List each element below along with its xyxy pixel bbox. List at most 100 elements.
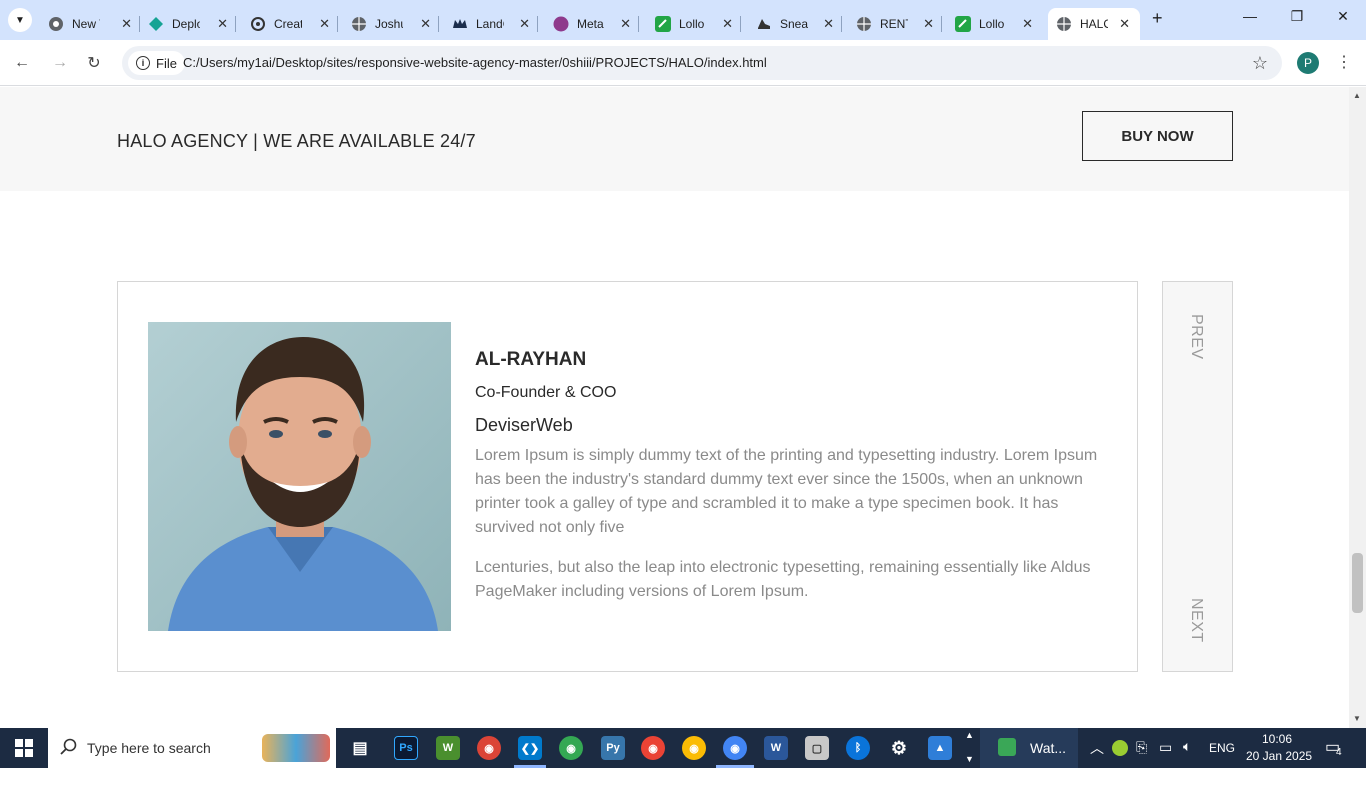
tab-new[interactable]: New T ✕ — [48, 8, 140, 40]
vscode-icon[interactable]: ❮❯ — [518, 736, 542, 760]
tab-label: LandC — [476, 17, 504, 31]
tab-deploy[interactable]: Deplo ✕ — [148, 8, 236, 40]
clock-date[interactable]: 20 Jan 2025 — [1246, 749, 1312, 763]
tab-label: Sneak — [780, 17, 808, 31]
tab-search-dropdown-icon[interactable]: ▼ — [8, 8, 32, 32]
buy-now-button[interactable]: BUY NOW — [1082, 111, 1233, 161]
chrome-icon — [48, 16, 64, 32]
globe-icon — [1056, 16, 1072, 32]
new-tab-button[interactable]: + — [1152, 8, 1163, 29]
chrome-profile-icon[interactable]: ◉ — [682, 736, 706, 760]
language-indicator[interactable]: ENG — [1209, 741, 1235, 755]
testimonial-paragraph-2: Lcenturies, but also the leap into elect… — [475, 559, 1091, 600]
testimonial-pager: PREV NEXT — [1162, 281, 1233, 672]
close-icon[interactable]: ✕ — [923, 16, 934, 32]
close-icon[interactable]: ✕ — [1022, 16, 1033, 32]
taskbar-scroll-down-icon[interactable]: ▼ — [965, 754, 974, 764]
page-scrollbar[interactable]: ▲ ▼ — [1349, 87, 1366, 728]
globe-icon — [856, 16, 872, 32]
address-bar[interactable]: i File C:/Users/my1ai/Desktop/sites/resp… — [122, 46, 1282, 80]
tab-create[interactable]: Creat ✕ — [250, 8, 338, 40]
profile-avatar[interactable]: P — [1297, 52, 1319, 74]
word-icon[interactable]: W — [764, 736, 788, 760]
page-viewport: HALO AGENCY | WE ARE AVAILABLE 24/7 BUY … — [0, 87, 1349, 728]
tab-land[interactable]: LandC ✕ — [452, 8, 538, 40]
close-icon[interactable]: ✕ — [519, 16, 530, 32]
close-icon[interactable]: ✕ — [319, 16, 330, 32]
close-icon[interactable]: ✕ — [420, 16, 431, 32]
battery-icon[interactable]: ▭ — [1159, 739, 1172, 756]
close-icon[interactable]: ✕ — [823, 16, 834, 32]
tab-label: Creat — [274, 17, 302, 31]
globe-icon — [351, 16, 367, 32]
info-icon: i — [136, 56, 150, 70]
more-menu-icon[interactable]: ⋮ — [1336, 52, 1352, 72]
chevron-up-icon[interactable]: ︿ — [1090, 738, 1104, 758]
clock-time[interactable]: 10:06 — [1262, 732, 1292, 746]
chrome-profile-icon[interactable]: ◉ — [559, 736, 583, 760]
person-company: DeviserWeb — [475, 415, 573, 435]
settings-gear-icon[interactable]: ⚙ — [887, 736, 911, 760]
taskbar-scroll-up-icon[interactable]: ▲ — [965, 730, 974, 740]
tab-label: RENT — [880, 17, 908, 31]
tab-label: Meta — [577, 17, 604, 31]
taskbar-search[interactable]: Type here to search — [48, 728, 336, 768]
back-icon[interactable]: ← — [10, 51, 34, 75]
windows-taskbar: Type here to search ▤ Ps W ◉ ❮❯ ◉ Py ◉ ◉… — [0, 728, 1366, 768]
search-placeholder: Type here to search — [87, 740, 211, 756]
task-view-icon[interactable]: ▤ — [348, 736, 372, 760]
tray-app-icon[interactable] — [1112, 740, 1128, 756]
browser-toolbar: ← → ↻ i File C:/Users/my1ai/Desktop/site… — [0, 40, 1366, 86]
close-icon[interactable]: ✕ — [217, 16, 228, 32]
bookmark-star-icon[interactable]: ☆ — [1252, 53, 1268, 74]
close-icon[interactable]: ✕ — [121, 16, 132, 32]
minimize-icon[interactable]: — — [1240, 8, 1260, 24]
tab-halo[interactable]: HALO ✕ — [1048, 8, 1140, 40]
meta-circle-icon — [553, 16, 569, 32]
weather-widget[interactable]: Wat... — [980, 728, 1078, 768]
chrome-active-icon[interactable]: ◉ — [723, 736, 747, 760]
volume-icon[interactable]: 🔈︎ — [1183, 738, 1191, 755]
chrome-profile-icon[interactable]: ◉ — [641, 736, 665, 760]
tab-meta[interactable]: Meta ✕ — [553, 8, 639, 40]
tab-joshua[interactable]: Joshu ✕ — [351, 8, 439, 40]
photos-icon[interactable]: ▲ — [928, 736, 952, 760]
tab-lollo-2[interactable]: Lollo ✕ — [955, 8, 1033, 40]
window-close-icon[interactable]: ✕ — [1333, 8, 1353, 25]
bluetooth-icon[interactable]: ᛒ — [846, 736, 870, 760]
python-icon[interactable]: Py — [601, 736, 625, 760]
close-icon[interactable]: ✕ — [722, 16, 733, 32]
testimonial-paragraph-1: Lorem Ipsum is simply dummy text of the … — [475, 447, 1098, 536]
photoshop-icon[interactable]: Ps — [394, 736, 418, 760]
banner-title: HALO AGENCY | WE ARE AVAILABLE 24/7 — [117, 131, 476, 151]
person-name: AL-RAYHAN — [475, 349, 587, 370]
scrollbar-thumb[interactable] — [1352, 553, 1363, 613]
search-icon — [60, 738, 78, 761]
start-button[interactable] — [0, 728, 48, 768]
tab-label: Joshu — [375, 17, 403, 31]
restore-icon[interactable]: ❐ — [1287, 8, 1307, 25]
reload-icon[interactable]: ↻ — [82, 51, 106, 75]
forward-icon[interactable]: → — [48, 51, 72, 75]
lollo-icon — [955, 16, 971, 32]
close-icon[interactable]: ✕ — [620, 16, 631, 32]
person-role: Co-Founder & COO — [475, 384, 617, 401]
scroll-up-icon[interactable]: ▲ — [1353, 91, 1361, 100]
prev-button[interactable]: PREV — [1187, 314, 1205, 360]
scroll-down-icon[interactable]: ▼ — [1353, 714, 1361, 723]
tab-rent[interactable]: RENT ✕ — [856, 8, 942, 40]
cta-banner: HALO AGENCY | WE ARE AVAILABLE 24/7 BUY … — [0, 87, 1349, 191]
app-grey-icon[interactable]: ▢ — [805, 736, 829, 760]
lollo-icon — [655, 16, 671, 32]
windows-logo-icon — [15, 739, 33, 757]
meet-now-icon[interactable]: ⎘ — [1136, 739, 1147, 756]
tab-lollo[interactable]: Lollo ✕ — [655, 8, 741, 40]
site-info-chip[interactable]: i File — [128, 51, 185, 75]
next-button[interactable]: NEXT — [1187, 598, 1205, 643]
tab-sneak[interactable]: Sneak ✕ — [756, 8, 842, 40]
sneaker-icon — [756, 16, 772, 32]
url-text[interactable]: C:/Users/my1ai/Desktop/sites/responsive-… — [183, 55, 767, 70]
app-green-icon[interactable]: W — [436, 736, 460, 760]
chrome-profile-icon[interactable]: ◉ — [477, 736, 501, 760]
close-icon[interactable]: ✕ — [1119, 16, 1130, 32]
